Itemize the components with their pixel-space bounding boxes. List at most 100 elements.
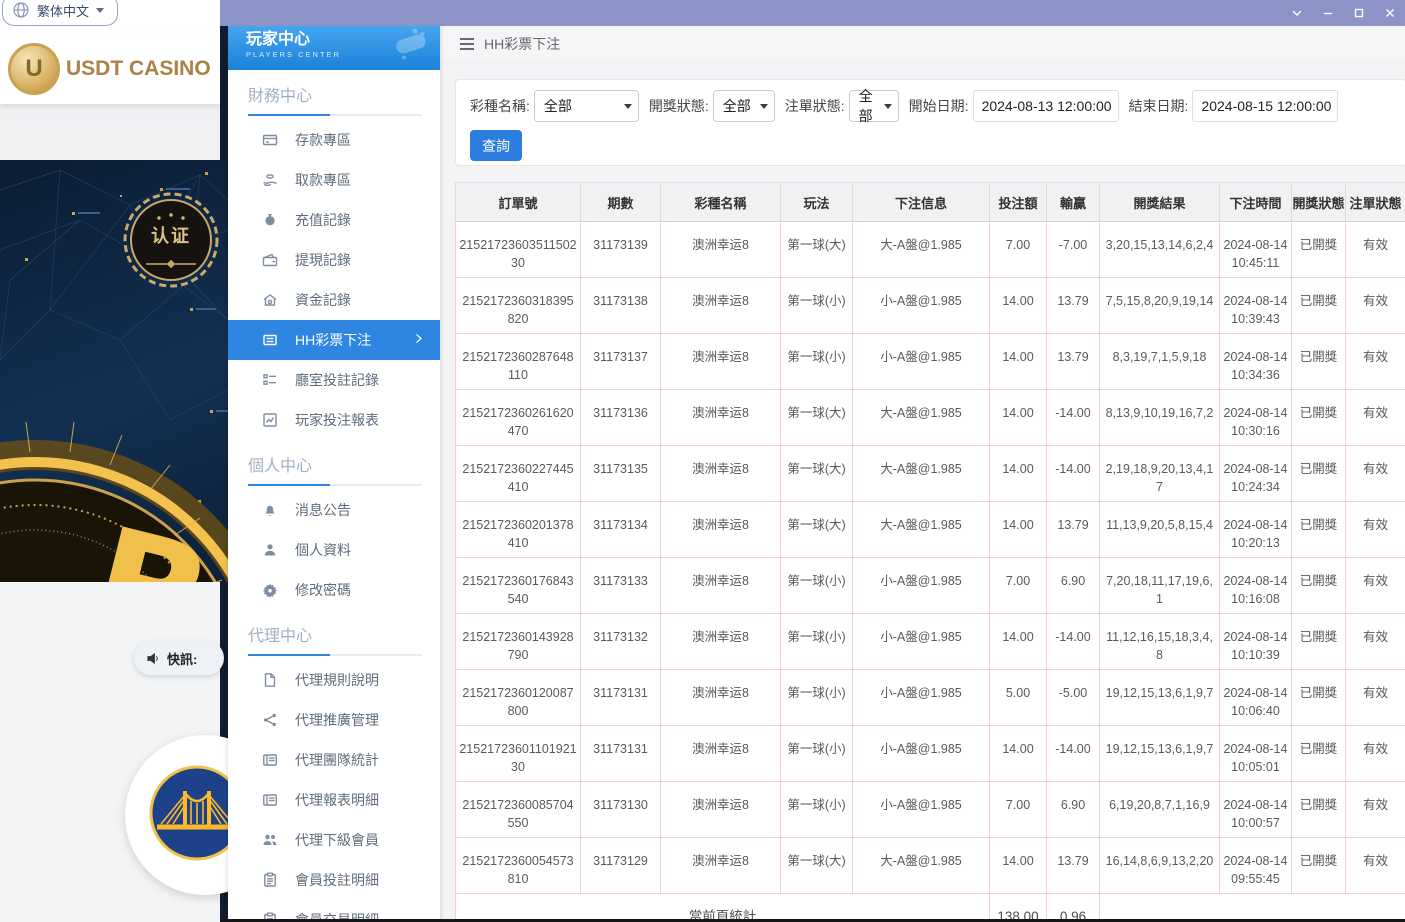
cell: 19,12,15,13,6,1,9,7 xyxy=(1100,670,1220,726)
cell: 7,20,18,11,17,19,6,1 xyxy=(1100,558,1220,614)
cell: 有效 xyxy=(1346,390,1405,446)
window-minimize-button[interactable] xyxy=(1312,0,1343,26)
section-divider xyxy=(248,484,422,486)
order-status-select[interactable]: 全部 xyxy=(849,90,899,122)
sidebar-item-personal-profile[interactable]: 個人資料 xyxy=(228,530,440,570)
cell: 第一球(小) xyxy=(781,782,853,838)
window-collapse-button[interactable] xyxy=(1281,0,1312,26)
table-row: 215217236028764811031173137澳洲幸运8第一球(小)小-… xyxy=(456,334,1405,390)
search-button[interactable]: 查詢 xyxy=(470,130,522,161)
main-content: HH彩票下注 彩種名稱:全部開獎狀態:全部注單狀態:全部開始日期:2024-08… xyxy=(440,26,1405,922)
table-row: 215217236031839582031173138澳洲幸运8第一球(小)小-… xyxy=(456,278,1405,334)
cell: 有效 xyxy=(1346,278,1405,334)
window-close-button[interactable] xyxy=(1374,0,1405,26)
cell: 31173137 xyxy=(581,334,661,390)
sidebar-item-agent-sub-members[interactable]: 代理下級會員 xyxy=(228,820,440,860)
sidebar-item-label: 代理推廣管理 xyxy=(295,710,379,730)
sidebar-item-label: 代理團隊統計 xyxy=(295,750,379,770)
sidebar-item-room-bet-records[interactable]: 廳室投註記錄 xyxy=(228,360,440,400)
cell: 2024-08-1410:06:40 xyxy=(1220,670,1292,726)
cell: 有效 xyxy=(1346,670,1405,726)
cell: 小-A盤@1.985 xyxy=(853,670,990,726)
cell: 14.00 xyxy=(990,614,1047,670)
cell: 澳洲幸运8 xyxy=(661,782,781,838)
end-date-input[interactable]: 2024-08-15 12:00:00 xyxy=(1192,90,1338,122)
cell: -5.00 xyxy=(1047,670,1100,726)
sidebar-item-label: HH彩票下注 xyxy=(295,330,371,350)
sidebar-item-agent-report-detail[interactable]: 代理報表明細 xyxy=(228,780,440,820)
sidebar-item-label: 存款專區 xyxy=(295,130,351,150)
sidebar-sections: 財務中心存款專區取款專區充值記錄提現記錄資金記錄 HH彩票下注廳室投註記錄玩家投注… xyxy=(228,82,440,922)
crypto-promo-image: B 认证 xyxy=(0,160,228,582)
sidebar-item-change-password[interactable]: 修改密碼 xyxy=(228,570,440,610)
sidebar-item-player-bet-report[interactable]: 玩家投注報表 xyxy=(228,400,440,440)
cell: 31173133 xyxy=(581,558,661,614)
cell: 第一球(大) xyxy=(781,502,853,558)
section-divider xyxy=(248,114,422,116)
cell: 澳洲幸运8 xyxy=(661,614,781,670)
sidebar-item-hh-lottery-bets[interactable]: HH彩票下注 xyxy=(228,320,440,360)
sidebar-item-label: 消息公告 xyxy=(295,500,351,520)
lottery-name-select[interactable]: 全部 xyxy=(534,90,639,122)
left-promo-panel: U USDT CASINO 繁体中文 xyxy=(0,0,228,922)
chevron-right-icon xyxy=(412,332,426,346)
bets-table-header-row: 訂單號期數彩種名稱玩法下注信息投注額輸贏開獎結果下注時間開獎狀態注單狀態 xyxy=(456,183,1405,222)
cell: 31173131 xyxy=(581,670,661,726)
cell: 已開獎 xyxy=(1292,446,1346,502)
cell: 2152172360227445410 xyxy=(456,446,581,502)
table-row: 215217236012008780031173131澳洲幸运8第一球(小)小-… xyxy=(456,670,1405,726)
column-header: 彩種名稱 xyxy=(661,183,781,222)
hamburger-menu-icon[interactable] xyxy=(460,38,474,50)
cell: 2024-08-1410:34:36 xyxy=(1220,334,1292,390)
window-maximize-button[interactable] xyxy=(1343,0,1374,26)
cell: 2024-08-1410:05:01 xyxy=(1220,726,1292,782)
cell: 第一球(小) xyxy=(781,558,853,614)
cell: 2024-08-1410:10:39 xyxy=(1220,614,1292,670)
cell: 31173135 xyxy=(581,446,661,502)
brand-name: USDT CASINO xyxy=(66,57,211,81)
language-selector[interactable]: 繁体中文 xyxy=(2,0,118,26)
table-row: 215217236005457381031173129澳洲幸运8第一球(大)大-… xyxy=(456,838,1405,894)
wallet-icon xyxy=(262,252,278,268)
sidebar-item-withdrawal-records[interactable]: 提現記錄 xyxy=(228,240,440,280)
cell: 澳洲幸运8 xyxy=(661,390,781,446)
sidebar-item-deposit-zone[interactable]: 存款專區 xyxy=(228,120,440,160)
caret-down-icon xyxy=(884,104,892,109)
sidebar-item-message-announcements[interactable]: 消息公告 xyxy=(228,490,440,530)
sidebar-item-agent-rules[interactable]: 代理規則說明 xyxy=(228,660,440,700)
cell: 有效 xyxy=(1346,726,1405,782)
sidebar-item-withdraw-zone[interactable]: 取款專區 xyxy=(228,160,440,200)
cell: 澳洲幸运8 xyxy=(661,278,781,334)
globe-icon xyxy=(12,1,30,19)
sidebar-item-label: 修改密碼 xyxy=(295,580,351,600)
start-date-input[interactable]: 2024-08-13 12:00:00 xyxy=(973,90,1119,122)
cell: -14.00 xyxy=(1047,446,1100,502)
moneybag-icon xyxy=(262,212,278,228)
draw-status-select[interactable]: 全部 xyxy=(713,90,775,122)
cell: 2152172360287648110 xyxy=(456,334,581,390)
cell: 19,12,15,13,6,1,9,7 xyxy=(1100,726,1220,782)
cell: 大-A盤@1.985 xyxy=(853,838,990,894)
cell: 2024-08-1410:30:16 xyxy=(1220,390,1292,446)
cell: 小-A盤@1.985 xyxy=(853,558,990,614)
sidebar-item-recharge-records[interactable]: 充值記錄 xyxy=(228,200,440,240)
section-title: 財務中心 xyxy=(248,82,420,106)
sidebar-item-agent-promotion[interactable]: 代理推廣管理 xyxy=(228,700,440,740)
sidebar-item-fund-records[interactable]: 資金記錄 xyxy=(228,280,440,320)
sidebar-header: 玩家中心 PLAYERS CENTER xyxy=(228,26,440,70)
cell: 2024-08-1409:55:45 xyxy=(1220,838,1292,894)
footer-empty xyxy=(1100,894,1405,922)
column-header: 下注時間 xyxy=(1220,183,1292,222)
bets-table-card: 訂單號期數彩種名稱玩法下注信息投注額輸贏開獎結果下注時間開獎狀態注單狀態 215… xyxy=(455,182,1405,922)
sidebar-item-agent-team-stats[interactable]: 代理團隊統計 xyxy=(228,740,440,780)
table-row: 215217236011019213031173131澳洲幸运8第一球(小)小-… xyxy=(456,726,1405,782)
page-title: HH彩票下注 xyxy=(484,34,560,54)
house-coin-icon xyxy=(262,292,278,308)
news-ticker: 快訊: xyxy=(134,641,224,675)
cell: 小-A盤@1.985 xyxy=(853,614,990,670)
sidebar-item-label: 廳室投註記錄 xyxy=(295,370,379,390)
gear-icon xyxy=(262,582,278,598)
cell: 大-A盤@1.985 xyxy=(853,502,990,558)
sidebar-item-member-bet-detail[interactable]: 會員投註明細 xyxy=(228,860,440,900)
cell: 第一球(小) xyxy=(781,334,853,390)
